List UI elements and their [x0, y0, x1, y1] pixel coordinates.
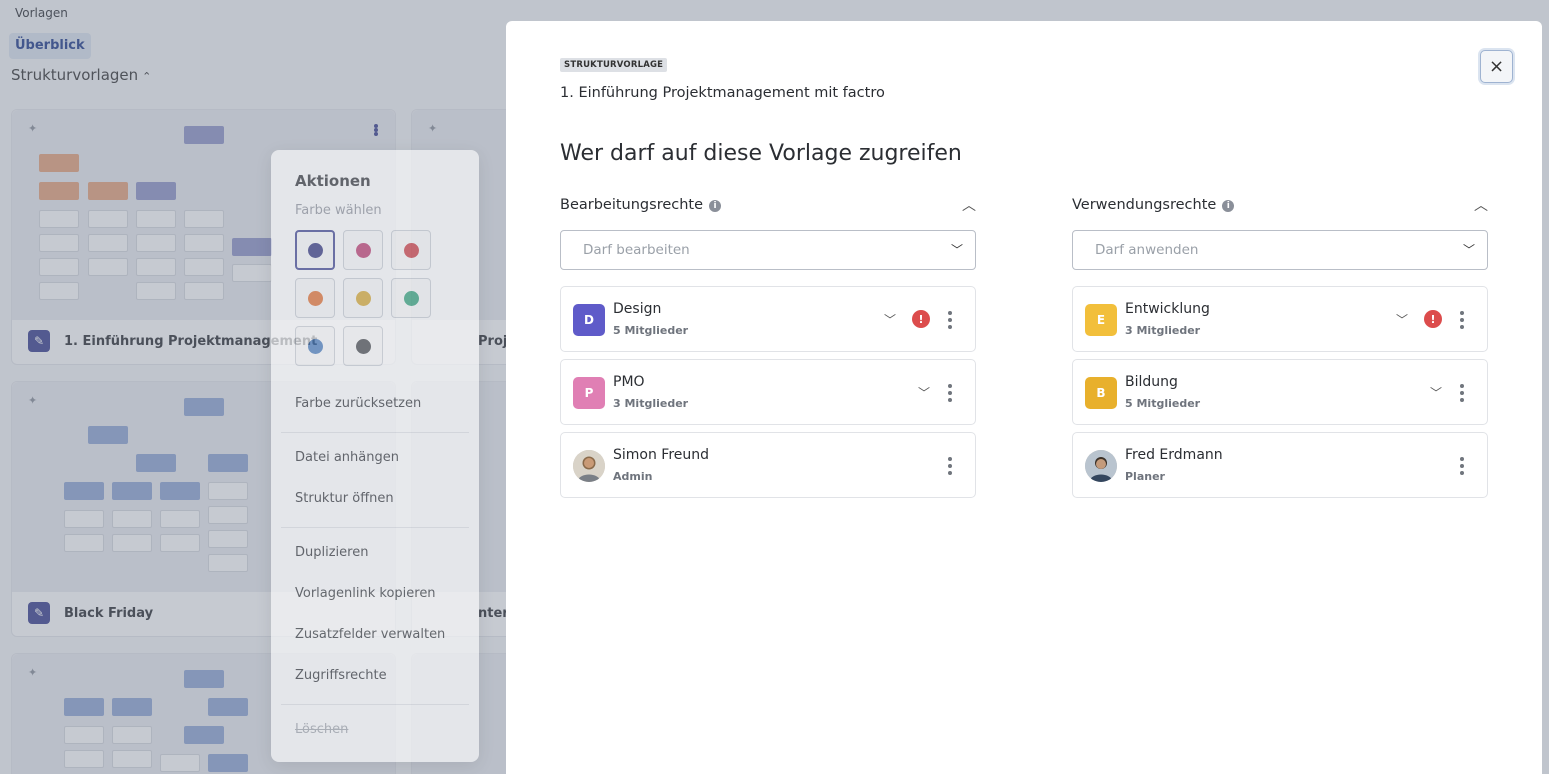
- access-entry[interactable]: Fred Erdmann Planer: [1072, 432, 1488, 498]
- close-button[interactable]: ×: [1480, 50, 1513, 83]
- entry-subtitle: 3 Mitglieder: [613, 397, 689, 410]
- group-avatar: P: [573, 377, 605, 409]
- color-swatch[interactable]: [391, 278, 431, 318]
- entry-subtitle: Admin: [613, 470, 653, 483]
- entry-subtitle: Planer: [1125, 470, 1165, 483]
- more-options-icon[interactable]: [1458, 382, 1466, 404]
- access-entry[interactable]: B Bildung 5 Mitglieder ﹀: [1072, 359, 1488, 425]
- color-swatch[interactable]: [295, 326, 335, 366]
- access-entry[interactable]: D Design 5 Mitglieder ﹀ !: [560, 286, 976, 352]
- info-icon[interactable]: i: [709, 200, 722, 212]
- info-icon[interactable]: i: [1222, 200, 1235, 212]
- duplicate-item[interactable]: Duplizieren: [295, 545, 368, 560]
- more-options-icon[interactable]: [946, 455, 954, 477]
- delete-item: Löschen: [295, 722, 349, 737]
- entry-name: Bildung: [1125, 374, 1178, 390]
- entry-subtitle: 3 Mitglieder: [1125, 324, 1201, 337]
- actions-menu: Aktionen Farbe wählen Farbe zurücksetzen…: [271, 150, 479, 762]
- access-rights-item[interactable]: Zugriffsrechte: [295, 668, 387, 683]
- actions-menu-title: Aktionen: [295, 172, 371, 190]
- group-avatar: B: [1085, 377, 1117, 409]
- template-type-badge: STRUKTURVORLAGE: [560, 58, 668, 72]
- more-options-icon[interactable]: [1458, 455, 1466, 477]
- entry-subtitle: 5 Mitglieder: [1125, 397, 1201, 410]
- color-swatch[interactable]: [343, 326, 383, 366]
- open-structure-item[interactable]: Struktur öffnen: [295, 491, 394, 506]
- group-avatar: D: [573, 304, 605, 336]
- color-swatch[interactable]: [391, 230, 431, 270]
- modal-heading: Wer darf auf diese Vorlage zugreifen: [560, 141, 962, 166]
- copy-link-item[interactable]: Vorlagenlink kopieren: [295, 586, 436, 601]
- warning-icon[interactable]: !: [1424, 310, 1442, 328]
- divider: [281, 432, 469, 433]
- use-rights-select[interactable]: Darf anwenden ﹀: [1072, 230, 1488, 270]
- chevron-down-icon: ﹀: [950, 243, 963, 257]
- chevron-down-icon[interactable]: ﹀: [1430, 384, 1442, 401]
- entry-name: Entwicklung: [1125, 301, 1210, 317]
- access-entry[interactable]: Simon Freund Admin: [560, 432, 976, 498]
- manage-fields-item[interactable]: Zusatzfelder verwalten: [295, 627, 445, 642]
- chevron-down-icon[interactable]: ﹀: [1396, 311, 1408, 328]
- group-avatar: E: [1085, 304, 1117, 336]
- color-swatch[interactable]: [295, 278, 335, 318]
- reset-color-item[interactable]: Farbe zurücksetzen: [295, 396, 421, 411]
- entry-name: Simon Freund: [613, 447, 710, 463]
- access-entry[interactable]: E Entwicklung 3 Mitglieder ﹀ !: [1072, 286, 1488, 352]
- user-avatar: [573, 450, 605, 482]
- chevron-up-icon[interactable]: ︿: [1474, 195, 1488, 215]
- color-swatch[interactable]: [295, 230, 335, 270]
- chevron-down-icon: ﹀: [1462, 243, 1475, 257]
- use-rights-section: Verwendungsrechte i ︿ Darf anwenden ﹀ E E…: [1072, 197, 1488, 498]
- entry-subtitle: 5 Mitglieder: [613, 324, 689, 337]
- color-picker-label: Farbe wählen: [295, 203, 382, 218]
- edit-rights-select[interactable]: Darf bearbeiten ﹀: [560, 230, 976, 270]
- more-options-icon[interactable]: [946, 382, 954, 404]
- chevron-down-icon[interactable]: ﹀: [918, 384, 930, 401]
- use-rights-title: Verwendungsrechte: [1072, 197, 1217, 213]
- template-name: 1. Einführung Projektmanagement mit fact…: [560, 85, 885, 101]
- access-rights-modal: × STRUKTURVORLAGE 1. Einführung Projektm…: [506, 21, 1542, 774]
- more-options-icon[interactable]: [946, 309, 954, 331]
- divider: [281, 704, 469, 705]
- more-options-icon[interactable]: [1458, 309, 1466, 331]
- select-placeholder: Darf anwenden: [1095, 242, 1199, 258]
- user-avatar: [1085, 450, 1117, 482]
- chevron-up-icon[interactable]: ︿: [962, 195, 976, 215]
- entry-name: Design: [613, 301, 662, 317]
- warning-icon[interactable]: !: [912, 310, 930, 328]
- edit-rights-section: Bearbeitungsrechte i ︿ Darf bearbeiten ﹀ …: [560, 197, 976, 498]
- entry-name: PMO: [613, 374, 645, 390]
- edit-rights-title: Bearbeitungsrechte: [560, 197, 704, 213]
- entry-name: Fred Erdmann: [1125, 447, 1223, 463]
- use-rights-header: Verwendungsrechte i ︿: [1072, 197, 1488, 217]
- edit-rights-header: Bearbeitungsrechte i ︿: [560, 197, 976, 217]
- close-icon: ×: [1488, 56, 1505, 77]
- color-swatch[interactable]: [343, 278, 383, 318]
- divider: [281, 527, 469, 528]
- chevron-down-icon[interactable]: ﹀: [884, 311, 896, 328]
- color-swatch[interactable]: [343, 230, 383, 270]
- select-placeholder: Darf bearbeiten: [583, 242, 690, 258]
- attach-file-item[interactable]: Datei anhängen: [295, 450, 399, 465]
- access-entry[interactable]: P PMO 3 Mitglieder ﹀: [560, 359, 976, 425]
